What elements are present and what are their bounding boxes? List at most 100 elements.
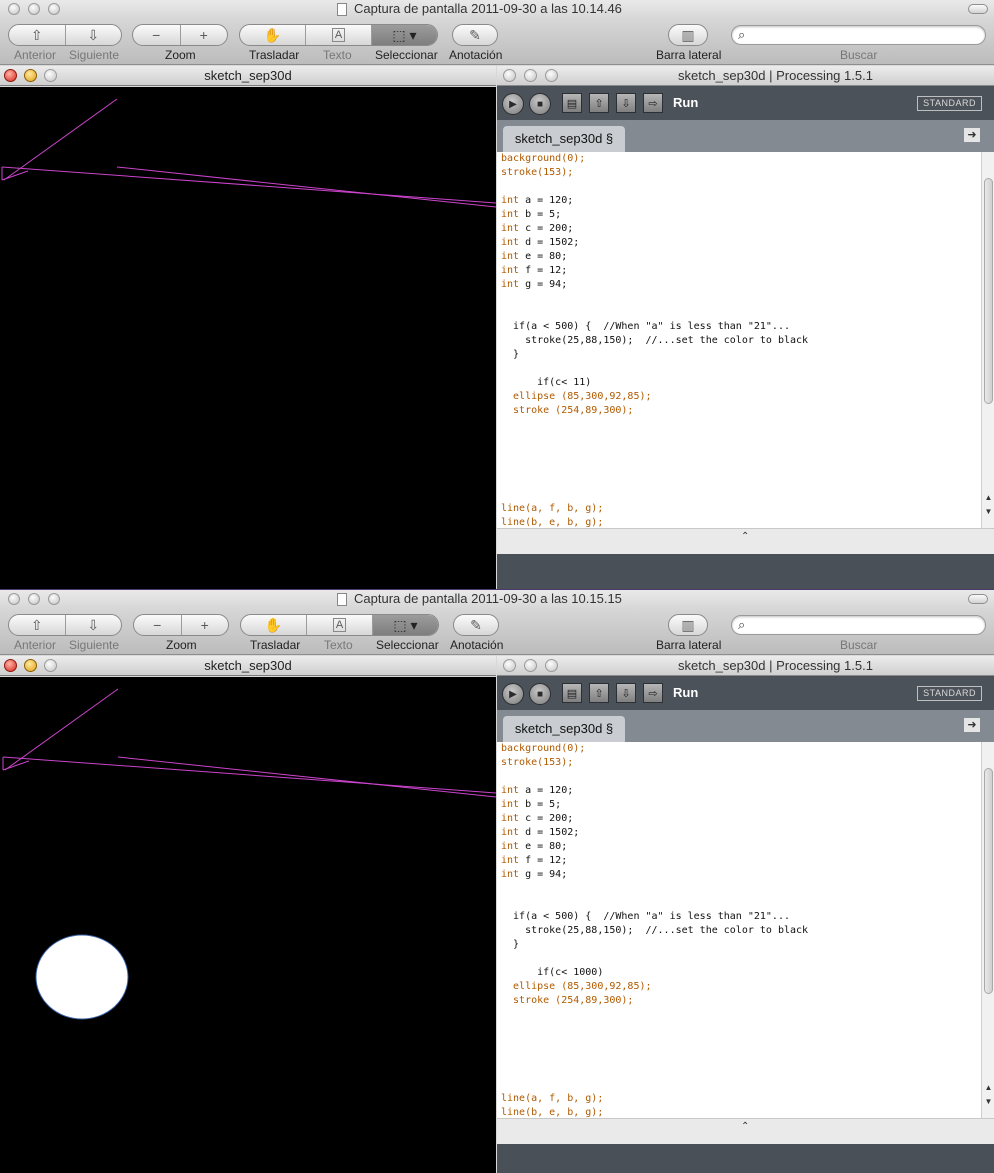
code-text: 1000	[573, 967, 598, 978]
hand-icon: ✋	[264, 616, 283, 633]
tab-sketch[interactable]: sketch_sep30d §	[503, 126, 625, 152]
preview-titlebar: Captura de pantalla 2011-09-30 a las 10.…	[0, 0, 994, 20]
ide-tabbar: sketch_sep30d § ➜	[497, 710, 994, 742]
sketch-ellipse	[35, 934, 129, 1020]
save-button[interactable]: ⇩	[616, 683, 636, 703]
zoom-out-button[interactable]: −	[133, 25, 181, 45]
sidebar-button[interactable]: ▥	[669, 615, 707, 635]
sketch-canvas	[0, 87, 496, 589]
sidebar-icon: ▥	[681, 26, 695, 43]
code-text: stroke(25,88,150); //...set the color to…	[501, 335, 809, 346]
code-text: 11	[573, 377, 586, 388]
code-editor[interactable]: background(0); stroke(153); int a = 120;…	[497, 152, 981, 528]
save-button[interactable]: ⇩	[616, 93, 636, 113]
scroll-up-icon[interactable]: ▲	[982, 1082, 994, 1093]
next-button[interactable]: ⇩	[66, 25, 122, 45]
code-text: int a = 120;	[501, 195, 574, 206]
scroll-down-icon[interactable]: ▼	[982, 506, 994, 517]
code-text: line(b, e, b, g);	[501, 517, 604, 528]
export-button[interactable]: ⇨	[643, 93, 663, 113]
open-button[interactable]: ⇧	[589, 683, 609, 703]
tab-menu-icon[interactable]: ➜	[964, 128, 980, 142]
code-editor[interactable]: background(0); stroke(153); int a = 120;…	[497, 742, 981, 1118]
zoom-in-button[interactable]: +	[181, 25, 228, 45]
sidebar-button[interactable]: ▥	[669, 25, 707, 45]
plus-icon: +	[200, 617, 209, 633]
code-line: if(a < 500) { //When "a" is less than "2…	[501, 910, 790, 924]
text-tool-button[interactable]: A	[306, 25, 372, 45]
tab-menu-icon[interactable]: ➜	[964, 718, 980, 732]
code-line: if(c< 11)	[501, 376, 591, 390]
document-icon	[337, 593, 347, 606]
new-button[interactable]: ▤	[562, 93, 582, 113]
scroll-up-icon[interactable]: ▲	[982, 492, 994, 503]
zoom-button[interactable]	[48, 3, 60, 15]
stop-button[interactable]: ■	[529, 93, 551, 115]
editor-scrollbar[interactable]: ▲ ▼	[981, 742, 994, 1118]
code-text: int f = 12;	[501, 265, 568, 276]
nav-segment: ⇧ ⇩	[8, 24, 122, 46]
code-text: line(a, f, b, g);	[501, 503, 604, 514]
previous-button[interactable]: ⇧	[9, 615, 66, 635]
move-tool-button[interactable]: ✋	[240, 25, 306, 45]
minimize-button[interactable]	[28, 3, 40, 15]
scroll-down-icon[interactable]: ▼	[982, 1096, 994, 1107]
next-button[interactable]: ⇩	[66, 615, 122, 635]
code-line: ellipse (85,300,92,85);	[501, 390, 651, 404]
scrollbar-thumb[interactable]	[984, 768, 993, 994]
code-line: int a = 120;	[501, 194, 573, 208]
stop-button[interactable]: ■	[529, 683, 551, 705]
zoom-button[interactable]	[48, 593, 60, 605]
minimize-button[interactable]	[28, 593, 40, 605]
code-text: if(a < 500) { //When "a" is less than "2…	[501, 911, 790, 922]
open-button[interactable]: ⇧	[589, 93, 609, 113]
new-button[interactable]: ▤	[562, 683, 582, 703]
text-icon: A	[331, 28, 346, 42]
select-tool-button[interactable]: ⬚ ▾	[372, 25, 437, 45]
zoom-in-button[interactable]: +	[182, 615, 229, 635]
search-icon: ⌕	[738, 27, 746, 42]
previous-button[interactable]: ⇧	[9, 25, 66, 45]
run-button[interactable]: ▶	[502, 683, 524, 705]
toolbar-toggle-button[interactable]	[968, 4, 988, 14]
code-line: int e = 80;	[501, 250, 567, 264]
chevron-up-icon[interactable]: ⌃	[741, 531, 749, 542]
select-label: Seleccionar	[375, 48, 438, 62]
sketch-titlebar: sketch_sep30d	[0, 66, 496, 86]
toolbar-toggle-button[interactable]	[968, 594, 988, 604]
annotate-segment: ✎	[453, 614, 499, 636]
next-label: Siguiente	[69, 48, 120, 62]
close-button[interactable]	[8, 593, 20, 605]
zoom-out-button[interactable]: −	[134, 615, 182, 635]
search-input[interactable]: ⌕	[731, 25, 986, 45]
tab-sketch[interactable]: sketch_sep30d §	[503, 716, 625, 742]
run-button[interactable]: ▶	[502, 93, 524, 115]
text-tool-button[interactable]: A	[307, 615, 373, 635]
export-icon: ⇨	[648, 687, 658, 700]
mode-button[interactable]: STANDARD	[917, 96, 982, 111]
code-text: stroke(153);	[501, 167, 574, 178]
code-text: int b = 5;	[501, 799, 562, 810]
code-line: if(a < 500) { //When "a" is less than "2…	[501, 320, 790, 334]
ide-toolbar: ▶ ■ ▤ ⇧ ⇩ ⇨ Run STANDARD	[497, 677, 994, 710]
sketch-titlebar: sketch_sep30d	[0, 656, 496, 676]
nav-segment: ⇧ ⇩	[8, 614, 122, 636]
code-line: int d = 1502;	[501, 826, 579, 840]
editor-scrollbar[interactable]: ▲ ▼	[981, 152, 994, 528]
move-tool-button[interactable]: ✋	[241, 615, 307, 635]
scrollbar-thumb[interactable]	[984, 178, 993, 404]
code-text: stroke(25,88,150); //...set the color to…	[501, 925, 809, 936]
annotate-button[interactable]: ✎	[454, 615, 498, 635]
close-button[interactable]	[8, 3, 20, 15]
select-tool-button[interactable]: ⬚ ▾	[373, 615, 438, 635]
code-text: int c = 200;	[501, 223, 574, 234]
chevron-up-icon[interactable]: ⌃	[741, 1121, 749, 1132]
export-button[interactable]: ⇨	[643, 683, 663, 703]
mode-button[interactable]: STANDARD	[917, 686, 982, 701]
ide-title: sketch_sep30d | Processing 1.5.1	[678, 658, 873, 673]
annotate-button[interactable]: ✎	[453, 25, 497, 45]
code-line: int d = 1502;	[501, 236, 579, 250]
search-input[interactable]: ⌕	[731, 615, 986, 635]
move-label: Trasladar	[250, 638, 301, 652]
editor-status-bar: ⌃	[497, 1118, 994, 1144]
